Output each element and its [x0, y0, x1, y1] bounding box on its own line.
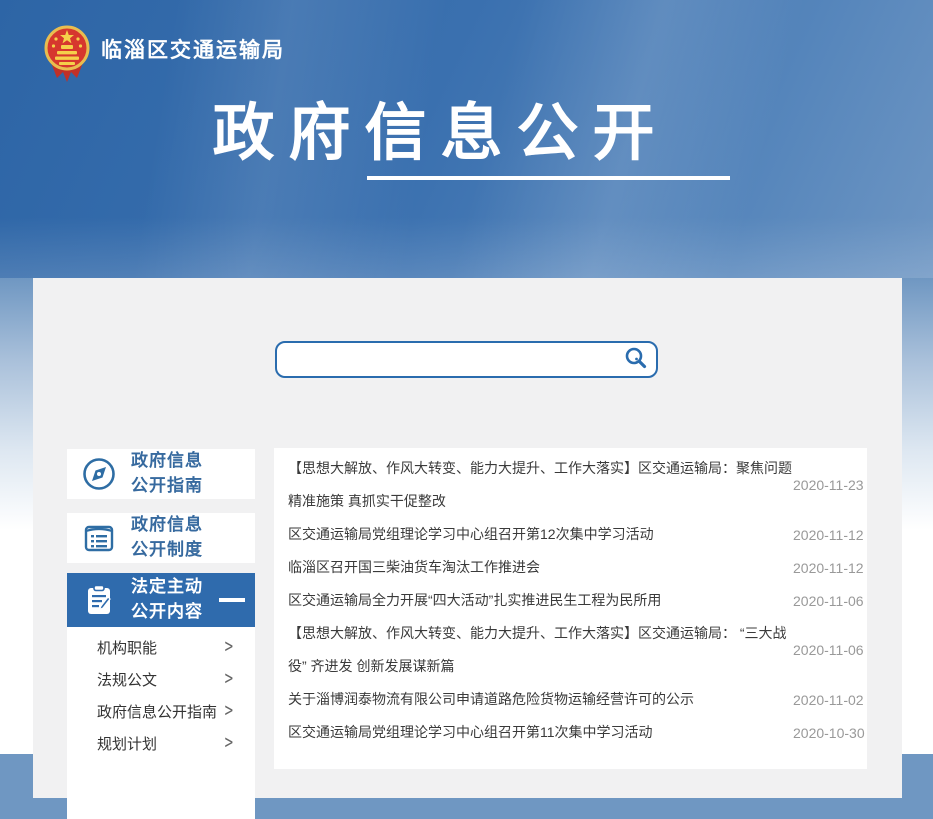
- news-list-item: 【思想大解放、作风大转变、能力大提升、工作大落实】区交通运输局：聚焦问题 精准施…: [288, 452, 859, 518]
- news-link[interactable]: 【思想大解放、作风大转变、能力大提升、工作大落实】区交通运输局：聚焦问题 精准施…: [288, 452, 793, 518]
- search-input[interactable]: [277, 343, 624, 376]
- submenu-item-label: 规划计划: [97, 733, 157, 754]
- page-header: 临淄区交通运输局 政府信息公开: [0, 0, 933, 278]
- news-date: 2020-10-30: [793, 725, 865, 741]
- content-card: 政府信息 公开指南 政府信息 公开制度: [33, 278, 902, 798]
- chevron-right-icon: >: [225, 700, 233, 722]
- chevron-right-icon: >: [225, 668, 233, 690]
- news-date: 2020-11-06: [793, 593, 864, 609]
- search-icon: [624, 346, 648, 373]
- news-date: 2020-11-02: [793, 692, 864, 708]
- sidebar-item-label: 政府信息 公开指南: [131, 449, 203, 498]
- chevron-right-icon: >: [225, 732, 233, 754]
- title-underline: [367, 176, 730, 180]
- sidebar-nav: 政府信息 公开指南 政府信息 公开制度: [67, 449, 255, 819]
- search-button[interactable]: [624, 346, 656, 373]
- news-list-item: 临淄区召开国三柴油货车淘汰工作推进会 2020-11-12: [288, 551, 859, 584]
- news-list-item: 区交通运输局党组理论学习中心组召开第12次集中学习活动 2020-11-12: [288, 518, 859, 551]
- news-date: 2020-11-23: [793, 477, 864, 493]
- site-logo-row: 临淄区交通运输局: [43, 22, 285, 89]
- news-link[interactable]: 临淄区召开国三柴油货车淘汰工作推进会: [288, 551, 793, 584]
- news-date: 2020-11-12: [793, 560, 864, 576]
- sidebar-item-label: 法定主动 公开内容: [131, 575, 203, 624]
- submenu-item-label: 机构职能: [97, 637, 157, 658]
- sidebar-item-statutory-disclosure[interactable]: 法定主动 公开内容: [67, 573, 255, 627]
- search-bar: [275, 341, 658, 378]
- news-list: 【思想大解放、作风大转变、能力大提升、工作大落实】区交通运输局：聚焦问题 精准施…: [274, 448, 867, 769]
- news-date: 2020-11-06: [793, 642, 864, 658]
- news-list-item: 区交通运输局党组理论学习中心组召开第11次集中学习活动 2020-10-30: [288, 716, 859, 749]
- submenu-item-label: 法规公文: [97, 669, 157, 690]
- news-link[interactable]: 关于淄博润泰物流有限公司申请道路危险货物运输经营许可的公示: [288, 683, 793, 716]
- chevron-right-icon: >: [225, 636, 233, 658]
- ledger-icon: [79, 520, 119, 556]
- sidebar-item-label: 政府信息 公开制度: [131, 513, 203, 562]
- news-list-item: 区交通运输局全力开展“四大活动”扎实推进民生工程为民所用 2020-11-06: [288, 584, 859, 617]
- news-date: 2020-11-12: [793, 527, 864, 543]
- sidebar-item-gov-info-system[interactable]: 政府信息 公开制度: [67, 513, 255, 563]
- site-name: 临淄区交通运输局: [101, 34, 285, 64]
- sidebar-submenu-item[interactable]: 机构职能 >: [67, 631, 255, 663]
- news-link[interactable]: 区交通运输局全力开展“四大活动”扎实推进民生工程为民所用: [288, 584, 793, 617]
- news-list-item: 关于淄博润泰物流有限公司申请道路危险货物运输经营许可的公示 2020-11-02: [288, 683, 859, 716]
- sidebar-submenu-item[interactable]: 政府信息公开指南 >: [67, 695, 255, 727]
- news-link[interactable]: 区交通运输局党组理论学习中心组召开第12次集中学习活动: [288, 518, 793, 551]
- submenu-item-label: 政府信息公开指南: [97, 701, 217, 722]
- compass-icon: [79, 456, 119, 492]
- news-list-item: 【思想大解放、作风大转变、能力大提升、工作大落实】区交通运输局： “三大战役” …: [288, 617, 859, 683]
- page-title: 政府信息公开: [0, 82, 907, 172]
- sidebar-submenu: 机构职能 > 法规公文 > 政府信息公开指南 > 规划计划 >: [67, 627, 255, 819]
- national-emblem-icon: [43, 22, 91, 89]
- clipboard-pencil-icon: [79, 582, 119, 618]
- collapse-minus-icon[interactable]: [219, 598, 245, 602]
- sidebar-submenu-item[interactable]: 规划计划 >: [67, 727, 255, 759]
- news-link[interactable]: 区交通运输局党组理论学习中心组召开第11次集中学习活动: [288, 716, 793, 749]
- news-link[interactable]: 【思想大解放、作风大转变、能力大提升、工作大落实】区交通运输局： “三大战役” …: [288, 617, 793, 683]
- sidebar-item-gov-info-guide[interactable]: 政府信息 公开指南: [67, 449, 255, 499]
- sidebar-submenu-item[interactable]: 法规公文 >: [67, 663, 255, 695]
